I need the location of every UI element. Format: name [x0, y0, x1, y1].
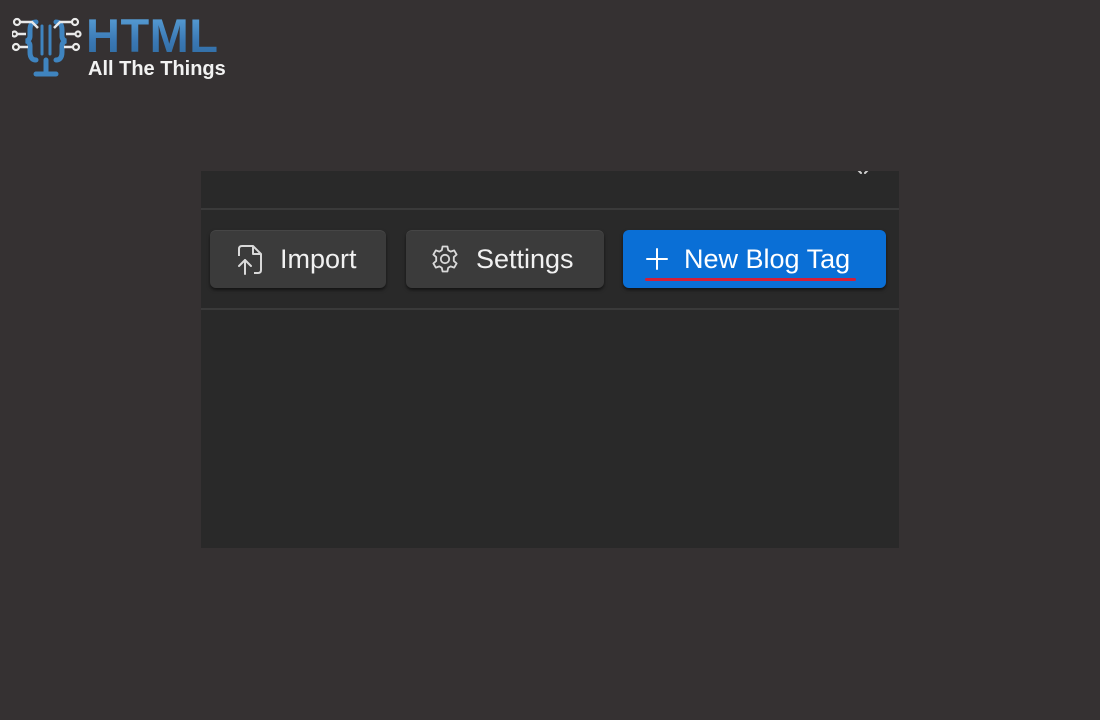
- import-button-label: Import: [280, 243, 357, 274]
- panel-header: [201, 171, 899, 210]
- close-icon[interactable]: [851, 171, 875, 179]
- microphone-circuit-icon: [12, 17, 82, 77]
- new-blog-tag-button[interactable]: New Blog Tag: [623, 230, 886, 288]
- panel-content: [201, 310, 899, 548]
- highlight-underline: [645, 277, 857, 281]
- logo-subtitle: All The Things: [88, 58, 226, 80]
- settings-button[interactable]: Settings: [406, 230, 604, 288]
- import-button[interactable]: Import: [210, 230, 386, 288]
- settings-button-label: Settings: [476, 243, 574, 274]
- site-logo: HTML All The Things: [12, 10, 242, 86]
- plus-icon: [646, 248, 668, 270]
- toolbar: Import Settings New Blog Tag: [201, 210, 899, 310]
- logo-title: HTML: [86, 9, 219, 62]
- blog-tags-panel: Import Settings New Blog Tag: [201, 171, 899, 548]
- new-blog-tag-button-label: New Blog Tag: [684, 243, 851, 274]
- gear-icon: [432, 245, 458, 273]
- file-import-icon: [238, 245, 262, 275]
